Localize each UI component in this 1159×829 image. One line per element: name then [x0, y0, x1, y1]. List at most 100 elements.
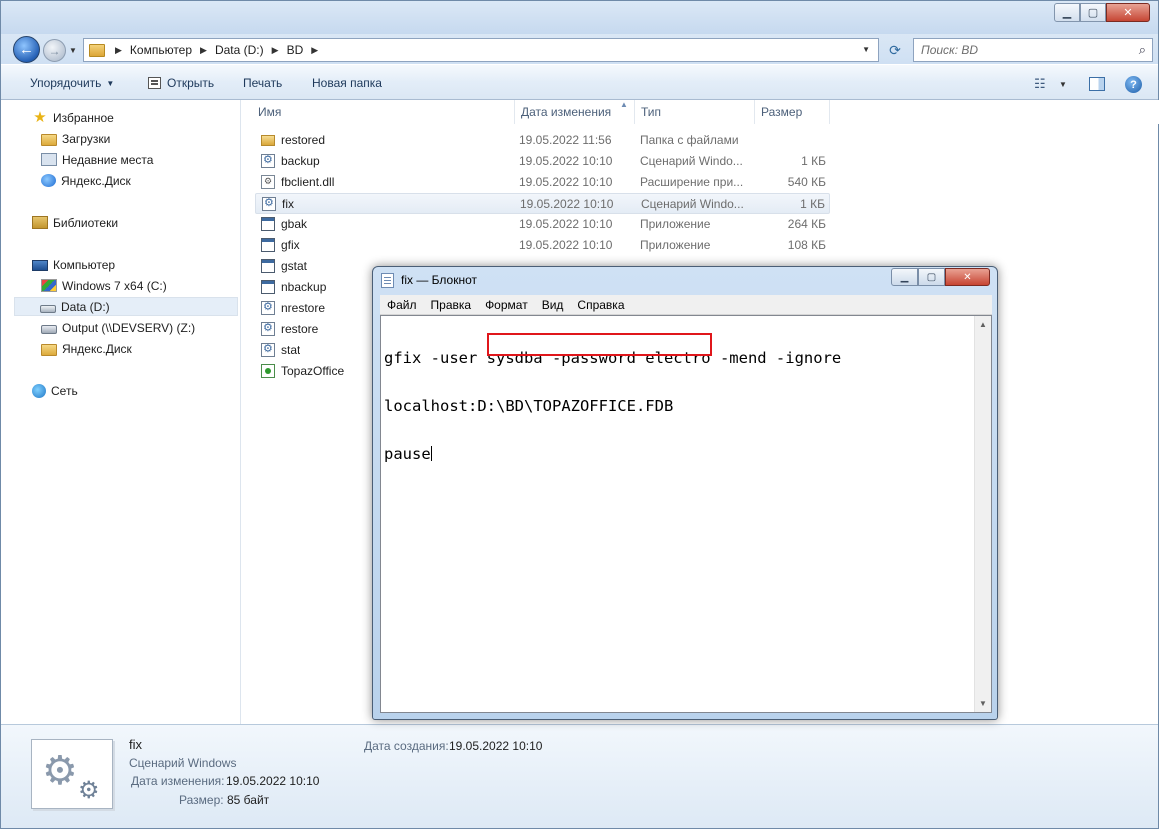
breadcrumb-bd[interactable]: BD — [285, 43, 306, 57]
address-bar[interactable]: ▶ Компьютер ▶ Data (D:) ▶ BD ▶ ▼ — [83, 38, 879, 62]
search-input[interactable]: Поиск: BD ⌕ — [913, 38, 1153, 62]
menu-format[interactable]: Формат — [478, 298, 535, 312]
nav-drive-c[interactable]: Windows 7 x64 (C:) — [41, 276, 167, 295]
script-icon — [261, 321, 275, 336]
details-pane: ⚙ ⚙ fix Сценарий Windows Дата изменения:… — [1, 724, 1158, 828]
nav-downloads[interactable]: Загрузки — [41, 129, 110, 148]
star-icon: ★ — [33, 108, 47, 126]
file-name: stat — [281, 343, 301, 357]
organize-button[interactable]: Упорядочить ▼ — [30, 76, 114, 90]
file-row-selected[interactable]: fix 19.05.2022 10:10 Сценарий Windo... 1… — [255, 193, 830, 214]
scroll-down-icon[interactable]: ▼ — [975, 695, 991, 712]
details-created-label: Дата создания: — [364, 739, 449, 753]
gear-small-icon: ⚙ — [78, 777, 100, 804]
file-name: restore — [281, 322, 319, 336]
column-headers: Имя ▲ Дата изменения Тип Размер — [242, 100, 1159, 124]
vertical-scrollbar[interactable]: ▲ ▼ — [974, 316, 991, 712]
view-dropdown-icon[interactable]: ▼ — [1059, 80, 1067, 89]
file-size: 108 КБ — [787, 238, 826, 252]
column-type[interactable]: Тип — [635, 100, 755, 124]
details-size-label: Размер: — [179, 793, 224, 807]
window-controls: ▁ ▢ ✕ — [1054, 3, 1150, 22]
file-name: nbackup — [281, 280, 327, 294]
highlighted-db-path: D:\BD\TOPAZOFFICE.FDB — [477, 397, 674, 415]
text-cursor — [430, 446, 432, 461]
nav-computer[interactable]: Компьютер — [32, 255, 115, 274]
chevron-right-icon[interactable]: ▶ — [109, 45, 128, 56]
nav-yandex-disk-2[interactable]: Яндекс.Диск — [41, 339, 132, 358]
explorer-titlebar[interactable]: ▁ ▢ ✕ — [1, 1, 1158, 34]
computer-icon — [32, 259, 48, 271]
nav-drive-z[interactable]: Output (\\DEVSERV) (Z:) — [41, 318, 195, 337]
menu-edit[interactable]: Правка — [424, 298, 479, 312]
address-dropdown-icon[interactable]: ▼ — [862, 45, 870, 54]
notepad-close-button[interactable]: ✕ — [945, 268, 990, 286]
file-row[interactable]: restored 19.05.2022 11:56 Папка с файлам… — [255, 130, 830, 151]
chevron-right-icon[interactable]: ▶ — [305, 45, 324, 56]
line-3-text: pause — [384, 445, 431, 463]
file-row[interactable]: gbak 19.05.2022 10:10 Приложение 264 КБ — [255, 214, 830, 235]
chevron-right-icon[interactable]: ▶ — [266, 45, 285, 56]
notepad-minimize-button[interactable]: ▁ — [891, 268, 918, 286]
minimize-button[interactable]: ▁ — [1054, 3, 1080, 22]
new-folder-button[interactable]: Новая папка — [312, 76, 382, 90]
yandex-disk-icon — [41, 174, 56, 187]
text-line-2: localhost:D:\BD\TOPAZOFFICE.FDB — [384, 398, 841, 414]
search-icon[interactable]: ⌕ — [1139, 42, 1146, 58]
nav-network[interactable]: Сеть — [32, 381, 78, 400]
menu-view[interactable]: Вид — [535, 298, 571, 312]
file-type: Папка с файлами — [640, 133, 739, 147]
nav-computer-label: Компьютер — [53, 257, 116, 272]
open-button[interactable]: Открыть — [148, 76, 214, 90]
history-dropdown-icon[interactable]: ▼ — [69, 46, 77, 55]
file-row[interactable]: gfix 19.05.2022 10:10 Приложение 108 КБ — [255, 235, 830, 256]
nav-network-label: Сеть — [51, 383, 78, 398]
menu-file[interactable]: Файл — [380, 298, 424, 312]
script-icon — [261, 153, 275, 168]
nav-libraries-label: Библиотеки — [53, 215, 119, 230]
forward-button[interactable]: → — [43, 39, 66, 62]
file-size: 1 КБ — [801, 154, 826, 168]
print-button[interactable]: Печать — [243, 76, 282, 90]
nav-yandex-disk[interactable]: Яндекс.Диск — [41, 171, 131, 190]
breadcrumb-computer[interactable]: Компьютер — [128, 43, 194, 57]
breadcrumb-drive-d[interactable]: Data (D:) — [213, 43, 266, 57]
file-name: nrestore — [281, 301, 326, 315]
notepad-window-controls: ▁ ▢ ✕ — [891, 268, 990, 286]
nav-recent-places[interactable]: Недавние места — [41, 150, 153, 169]
close-button[interactable]: ✕ — [1106, 3, 1150, 22]
details-modified-label: Дата изменения: — [131, 774, 225, 788]
notepad-maximize-button[interactable]: ▢ — [918, 268, 945, 286]
notepad-text-area[interactable]: gfix -user sysdba -password electro -men… — [380, 315, 992, 713]
app-icon — [261, 238, 275, 252]
menu-help[interactable]: Справка — [570, 298, 631, 312]
column-name[interactable]: Имя — [252, 100, 515, 124]
column-type-label: Тип — [641, 105, 662, 119]
arrow-right-icon: → — [48, 43, 61, 58]
drive-icon — [40, 304, 56, 313]
chevron-right-icon[interactable]: ▶ — [194, 45, 213, 56]
column-date[interactable]: Дата изменения — [515, 100, 635, 124]
maximize-button[interactable]: ▢ — [1080, 3, 1106, 22]
arrow-left-icon: ← — [19, 41, 34, 58]
nav-favorites[interactable]: ★ Избранное — [32, 108, 114, 127]
app-icon — [261, 259, 275, 273]
help-icon[interactable]: ? — [1125, 76, 1142, 93]
scroll-up-icon[interactable]: ▲ — [975, 316, 991, 333]
view-options-icon[interactable]: ☷ — [1034, 76, 1046, 92]
dll-icon — [261, 175, 275, 189]
back-button[interactable]: ← — [13, 36, 40, 63]
open-icon — [148, 77, 161, 89]
preview-pane-icon[interactable] — [1089, 77, 1105, 91]
organize-label: Упорядочить — [30, 76, 102, 90]
downloads-folder-icon — [41, 133, 57, 146]
column-size[interactable]: Размер — [755, 100, 830, 124]
file-name: gstat — [281, 259, 308, 273]
nav-drive-d[interactable]: Data (D:) — [14, 297, 238, 316]
file-type: Приложение — [640, 238, 711, 252]
file-row[interactable]: fbclient.dll 19.05.2022 10:10 Расширение… — [255, 172, 830, 193]
file-row[interactable]: backup 19.05.2022 10:10 Сценарий Windo..… — [255, 151, 830, 172]
file-type: Приложение — [640, 217, 711, 231]
refresh-icon[interactable]: ⟳ — [884, 42, 906, 59]
nav-libraries[interactable]: Библиотеки — [32, 213, 118, 232]
